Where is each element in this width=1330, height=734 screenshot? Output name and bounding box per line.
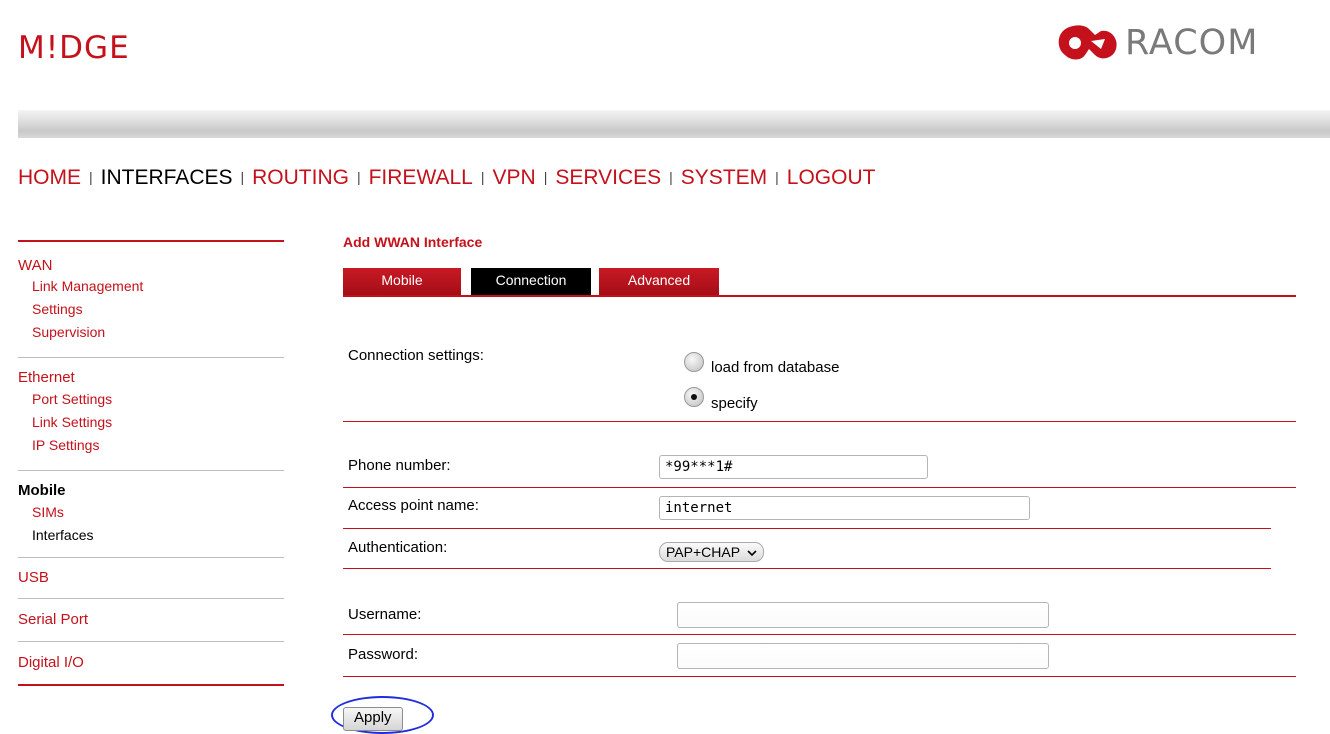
nav-vpn[interactable]: VPN: [493, 166, 536, 189]
row-divider: [343, 487, 1296, 488]
racom-logo-text: RACOM: [1125, 23, 1259, 63]
nav-separator: |: [543, 169, 548, 185]
tab-mobile[interactable]: Mobile: [343, 268, 461, 295]
apply-button[interactable]: Apply: [343, 707, 403, 731]
sidebar-group-digital-io[interactable]: Digital I/O: [18, 642, 284, 684]
access-point-name-input[interactable]: internet: [659, 496, 1030, 520]
sidebar-group-wan[interactable]: WAN: [18, 257, 284, 275]
sidebar-divider: [18, 684, 284, 686]
phone-number-input[interactable]: *99***1#: [659, 455, 928, 479]
nav-separator: |: [240, 169, 245, 185]
tab-underline: [343, 295, 1296, 297]
sidebar-item-supervision[interactable]: Supervision: [18, 321, 284, 344]
authentication-select-value: PAP+CHAP: [666, 544, 740, 560]
nav-separator: |: [356, 169, 361, 185]
nav-home[interactable]: HOME: [18, 166, 81, 189]
username-input[interactable]: [677, 602, 1049, 628]
section-divider: [343, 568, 1271, 569]
password-label: Password:: [348, 646, 419, 663]
username-label: Username:: [348, 606, 422, 623]
nav-separator: |: [775, 169, 779, 185]
sidebar-item-port-settings[interactable]: Port Settings: [18, 388, 284, 411]
row-divider: [343, 676, 1296, 677]
sidebar-group-mobile[interactable]: Mobile: [18, 481, 284, 501]
radio-specify-label: specify: [711, 395, 758, 412]
sidebar: WAN Link Management Settings Supervision…: [18, 240, 284, 686]
radio-load-from-database-label: load from database: [711, 359, 840, 376]
nav-interfaces[interactable]: INTERFACES: [101, 166, 233, 189]
sidebar-item-settings[interactable]: Settings: [18, 298, 284, 321]
nav-services[interactable]: SERVICES: [555, 166, 661, 189]
radio-specify[interactable]: [684, 387, 704, 407]
nav-firewall[interactable]: FIREWALL: [369, 166, 473, 189]
nav-separator: |: [480, 169, 485, 185]
sidebar-group-ethernet[interactable]: Ethernet: [18, 368, 284, 388]
racom-logo-icon: [1058, 25, 1117, 60]
nav-system[interactable]: SYSTEM: [681, 166, 767, 189]
sidebar-item-sims[interactable]: SIMs: [18, 501, 284, 524]
nav-logout[interactable]: LOGOUT: [787, 166, 876, 189]
authentication-select[interactable]: PAP+CHAP: [659, 542, 764, 562]
row-divider: [343, 634, 1296, 635]
form-title: Add WWAN Interface: [343, 234, 483, 250]
sidebar-item-link-settings[interactable]: Link Settings: [18, 411, 284, 434]
phone-number-label: Phone number:: [348, 457, 451, 474]
midge-logo: M!DGE: [18, 30, 130, 66]
sidebar-item-interfaces[interactable]: Interfaces: [18, 524, 284, 547]
radio-load-from-database[interactable]: [684, 352, 704, 372]
tab-connection[interactable]: Connection: [471, 268, 591, 295]
authentication-label: Authentication:: [348, 539, 448, 556]
nav-routing[interactable]: ROUTING: [252, 166, 349, 189]
sidebar-item-ip-settings[interactable]: IP Settings: [18, 434, 284, 457]
sidebar-item-link-management[interactable]: Link Management: [18, 275, 284, 298]
sidebar-group-usb[interactable]: USB: [18, 558, 284, 598]
chevron-down-icon: [747, 550, 757, 557]
connection-settings-label: Connection settings:: [348, 347, 484, 364]
access-point-name-label: Access point name:: [348, 497, 479, 514]
nav-separator: |: [669, 169, 673, 185]
section-divider: [343, 421, 1296, 422]
sidebar-group-serial-port[interactable]: Serial Port: [18, 599, 284, 641]
header-bar: [18, 110, 1330, 138]
nav-separator: |: [89, 169, 93, 185]
top-navigation: HOME | INTERFACES | ROUTING | FIREWALL | VPN | SER…: [18, 166, 875, 190]
racom-logo: RACOM: [1055, 20, 1258, 66]
password-input[interactable]: [677, 643, 1049, 669]
row-divider: [343, 528, 1271, 529]
tab-advanced[interactable]: Advanced: [599, 268, 719, 295]
